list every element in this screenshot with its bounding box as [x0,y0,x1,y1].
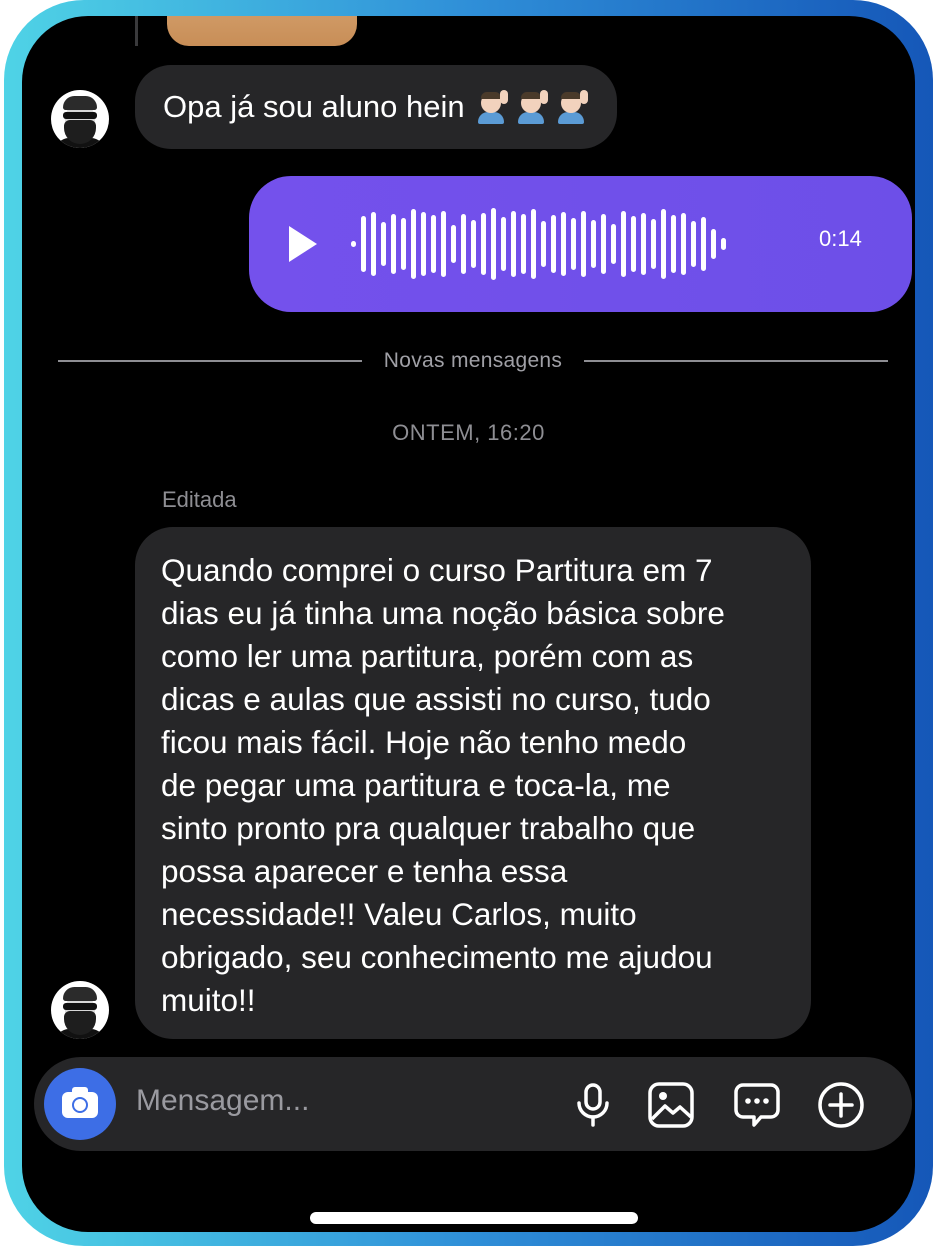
incoming-message-bubble[interactable]: Opa já sou aluno hein [135,65,617,149]
audio-waveform[interactable] [351,202,801,286]
message-composer: Mensagem... [34,1057,912,1151]
waveform-bar [551,215,556,273]
waveform-bar [711,229,716,259]
waveform-bar [471,220,476,268]
waveform-bar [621,211,626,277]
waveform-bar [441,211,446,277]
chat-screen: Opa já sou aluno hein 0:14 Novas mensage… [22,16,915,1232]
avatar[interactable] [51,981,109,1039]
waveform-bar [501,217,506,271]
waveform-bar [661,209,666,279]
waveform-bar [521,214,526,274]
waveform-bar [401,218,406,270]
waveform-bar [371,212,376,276]
message-input[interactable]: Mensagem... [136,1084,309,1118]
waveform-bar [681,213,686,275]
waveform-bar [411,209,416,279]
raising-hand-emoji-icon [515,90,549,124]
waveform-bar [571,218,576,270]
waveform-bar [541,221,546,267]
waveform-bar [581,211,586,277]
message-text-line: de pegar uma partitura e toca-la, me [161,767,671,803]
emoji-group [475,90,589,124]
gallery-icon[interactable] [647,1081,695,1129]
waveform-bar [531,209,536,279]
waveform-bar [591,220,596,268]
waveform-bar [631,216,636,272]
waveform-bar [481,213,486,275]
incoming-message-bubble-long[interactable]: Quando comprei o curso Partitura em 7 dia… [135,527,811,1039]
message-text-line: muito!! [161,982,256,1018]
message-text-line: ficou mais fácil. Hoje não tenho medo [161,724,687,760]
waveform-bar [561,212,566,276]
waveform-bar [381,222,386,266]
raising-hand-emoji-icon [555,90,589,124]
sticker-chat-icon[interactable] [733,1081,781,1129]
waveform-bar [671,215,676,273]
waveform-bar [651,219,656,269]
message-timestamp: ONTEM, 16:20 [392,420,545,445]
thread-connector [135,16,138,46]
message-text-line: dicas e aulas que assisti no curso, tudo [161,681,711,717]
camera-button[interactable] [44,1068,116,1140]
shared-photo-thumbnail[interactable] [167,16,357,46]
outgoing-voice-message[interactable]: 0:14 [249,176,912,312]
microphone-icon[interactable] [569,1081,617,1129]
raising-hand-emoji-icon [475,90,509,124]
waveform-bar [461,214,466,274]
edited-label: Editada [162,487,237,512]
home-indicator[interactable] [310,1212,638,1224]
waveform-bar [431,215,436,273]
message-text-line: possa aparecer e tenha essa [161,853,568,889]
voice-duration: 0:14 [819,226,862,251]
divider-line [58,360,362,362]
message-text: Opa já sou aluno hein [163,89,465,124]
waveform-bar [421,212,426,276]
waveform-bar [391,214,396,274]
waveform-bar [361,216,366,272]
message-text-line: como ler uma partitura, porém com as [161,638,694,674]
waveform-bar [511,211,516,277]
message-text-line: Quando comprei o curso Partitura em 7 [161,552,713,588]
divider-line [584,360,888,362]
new-messages-divider: Novas mensagens [58,349,888,373]
waveform-bar [641,213,646,275]
waveform-bar [691,221,696,267]
phone-frame: Opa já sou aluno hein 0:14 Novas mensage… [4,0,933,1246]
waveform-bar [351,241,356,247]
divider-label: Novas mensagens [383,349,563,372]
message-text-line: sinto pronto pra qualquer trabalho que [161,810,696,846]
plus-circle-icon[interactable] [817,1081,865,1129]
avatar[interactable] [51,90,109,148]
message-text-line: dias eu já tinha uma noção básica sobre [161,595,725,631]
waveform-bar [451,225,456,263]
waveform-bar [701,217,706,271]
waveform-bar [611,224,616,264]
waveform-bar [601,214,606,274]
waveform-bar [491,208,496,280]
message-text-line: necessidade!! Valeu Carlos, muito [161,896,637,932]
waveform-bar [721,238,726,250]
play-icon[interactable] [289,226,317,262]
message-text-line: obrigado, seu conhecimento me ajudou [161,939,713,975]
